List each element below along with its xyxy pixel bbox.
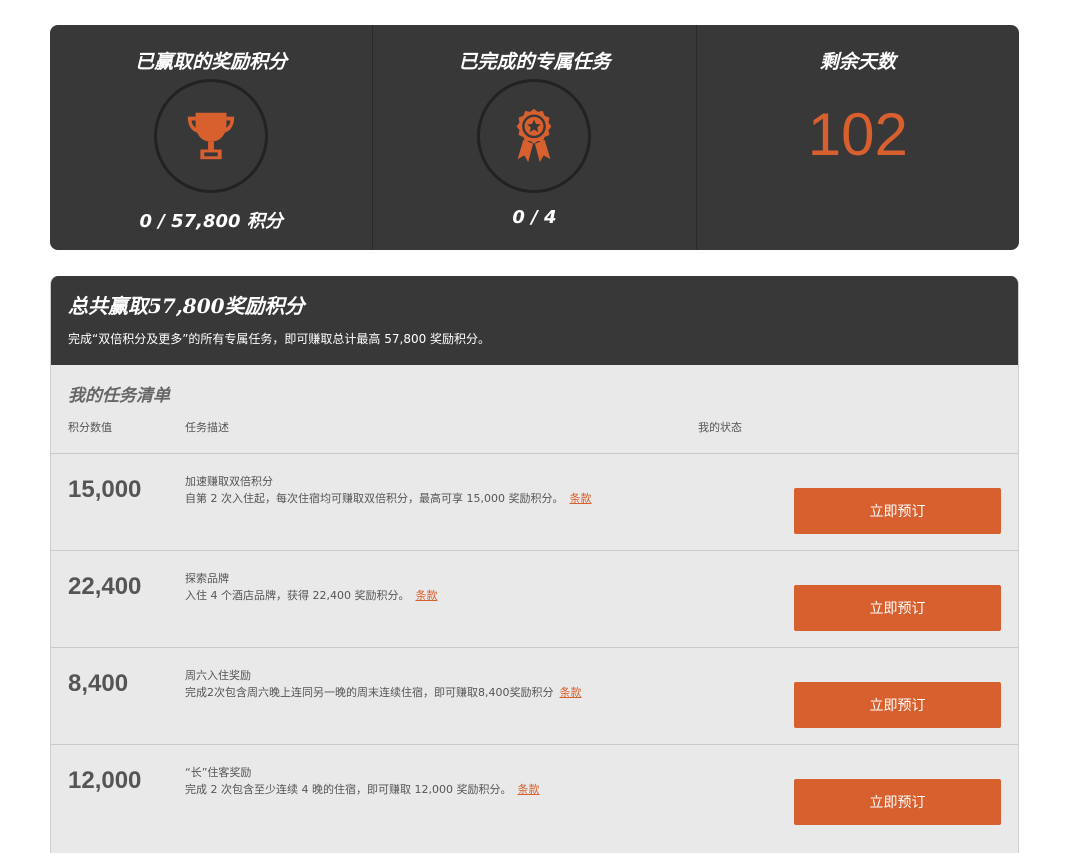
- trophy-icon: [187, 112, 235, 160]
- task-row: 12,000 “长”住客奖励 完成 2 次包含至少连续 4 晚的住宿，即可赚取 …: [51, 744, 1018, 841]
- summary-subtitle: 完成“双倍积分及更多”的所有专属任务，即可赚取总计最高 57,800 奖励积分。: [68, 332, 491, 346]
- task-description: 完成 2 次包含至少连续 4 晚的住宿，即可赚取 12,000 奖励积分。 条款: [185, 781, 539, 797]
- task-row: 15,000 加速赚取双倍积分 自第 2 次入住起，每次住宿均可赚取双倍积分，最…: [51, 453, 1018, 550]
- task-points: 15,000: [68, 476, 142, 503]
- tasks-completed-stat: 已完成的专属任务 0 / 4: [373, 25, 697, 250]
- points-column-header: 积分数值: [68, 421, 112, 434]
- task-description: 入住 4 个酒店品牌，获得 22,400 奖励积分。 条款: [185, 587, 437, 603]
- stats-panel: 已赢取的奖励积分 0 / 57,800 积分 已完成的专属任务 0 / 4 剩余…: [50, 25, 1019, 250]
- task-row: 8,400 周六入住奖励 完成2次包含周六晚上连同另一晚的周末连续住宿，即可赚取…: [51, 647, 1018, 744]
- task-name: 探索品牌: [185, 572, 229, 585]
- task-description-text: 自第 2 次入住起，每次住宿均可赚取双倍积分，最高可享 15,000 奖励积分。: [185, 492, 564, 505]
- points-earned-stat: 已赢取的奖励积分 0 / 57,800 积分: [50, 25, 374, 250]
- days-remaining-title: 剩余天数: [819, 51, 896, 73]
- status-column-header: 我的状态: [698, 421, 742, 434]
- task-description-text: 完成2次包含周六晚上连同另一晚的周末连续住宿，即可赚取8,400奖励积分: [185, 686, 554, 699]
- terms-link[interactable]: 条款: [415, 589, 437, 602]
- summary-header: 总共赢取57,800奖励积分 完成“双倍积分及更多”的所有专属任务，即可赚取总计…: [51, 276, 1018, 365]
- description-column-header: 任务描述: [185, 421, 229, 434]
- award-circle: [477, 79, 592, 193]
- points-earned-value: 0 / 57,800 积分: [139, 211, 283, 232]
- points-earned-title: 已赢取的奖励积分: [135, 51, 288, 73]
- task-description: 完成2次包含周六晚上连同另一晚的周末连续住宿，即可赚取8,400奖励积分 条款: [185, 684, 582, 700]
- task-points: 22,400: [68, 573, 142, 600]
- task-list-title: 我的任务清单: [68, 386, 170, 406]
- task-description-text: 入住 4 个酒店品牌，获得 22,400 奖励积分。: [185, 589, 410, 602]
- summary-title: 总共赢取57,800奖励积分: [68, 294, 305, 318]
- task-name: “长”住客奖励: [185, 766, 252, 779]
- trophy-circle: [154, 79, 269, 193]
- tasks-completed-title: 已完成的专属任务: [458, 51, 611, 73]
- terms-link[interactable]: 条款: [560, 686, 582, 699]
- days-remaining-value: 102: [807, 101, 908, 168]
- book-now-button[interactable]: 立即预订: [794, 585, 1001, 631]
- book-now-button[interactable]: 立即预订: [794, 488, 1001, 534]
- task-description-text: 完成 2 次包含至少连续 4 晚的住宿，即可赚取 12,000 奖励积分。: [185, 783, 512, 796]
- terms-link[interactable]: 条款: [517, 783, 539, 796]
- book-now-button[interactable]: 立即预订: [794, 682, 1001, 728]
- task-row: 22,400 探索品牌 入住 4 个酒店品牌，获得 22,400 奖励积分。 条款…: [51, 550, 1018, 647]
- terms-link[interactable]: 条款: [569, 492, 591, 505]
- book-now-button[interactable]: 立即预订: [794, 779, 1001, 825]
- task-points: 8,400: [68, 670, 129, 697]
- task-description: 自第 2 次入住起，每次住宿均可赚取双倍积分，最高可享 15,000 奖励积分。…: [185, 490, 591, 506]
- task-name: 加速赚取双倍积分: [185, 475, 273, 488]
- task-panel: 总共赢取57,800奖励积分 完成“双倍积分及更多”的所有专属任务，即可赚取总计…: [50, 276, 1019, 853]
- task-name: 周六入住奖励: [185, 669, 251, 682]
- days-remaining-stat: 剩余天数 102: [697, 25, 1019, 250]
- task-points: 12,000: [68, 767, 142, 794]
- tasks-completed-value: 0 / 4: [512, 207, 557, 228]
- award-badge-icon: [517, 108, 552, 163]
